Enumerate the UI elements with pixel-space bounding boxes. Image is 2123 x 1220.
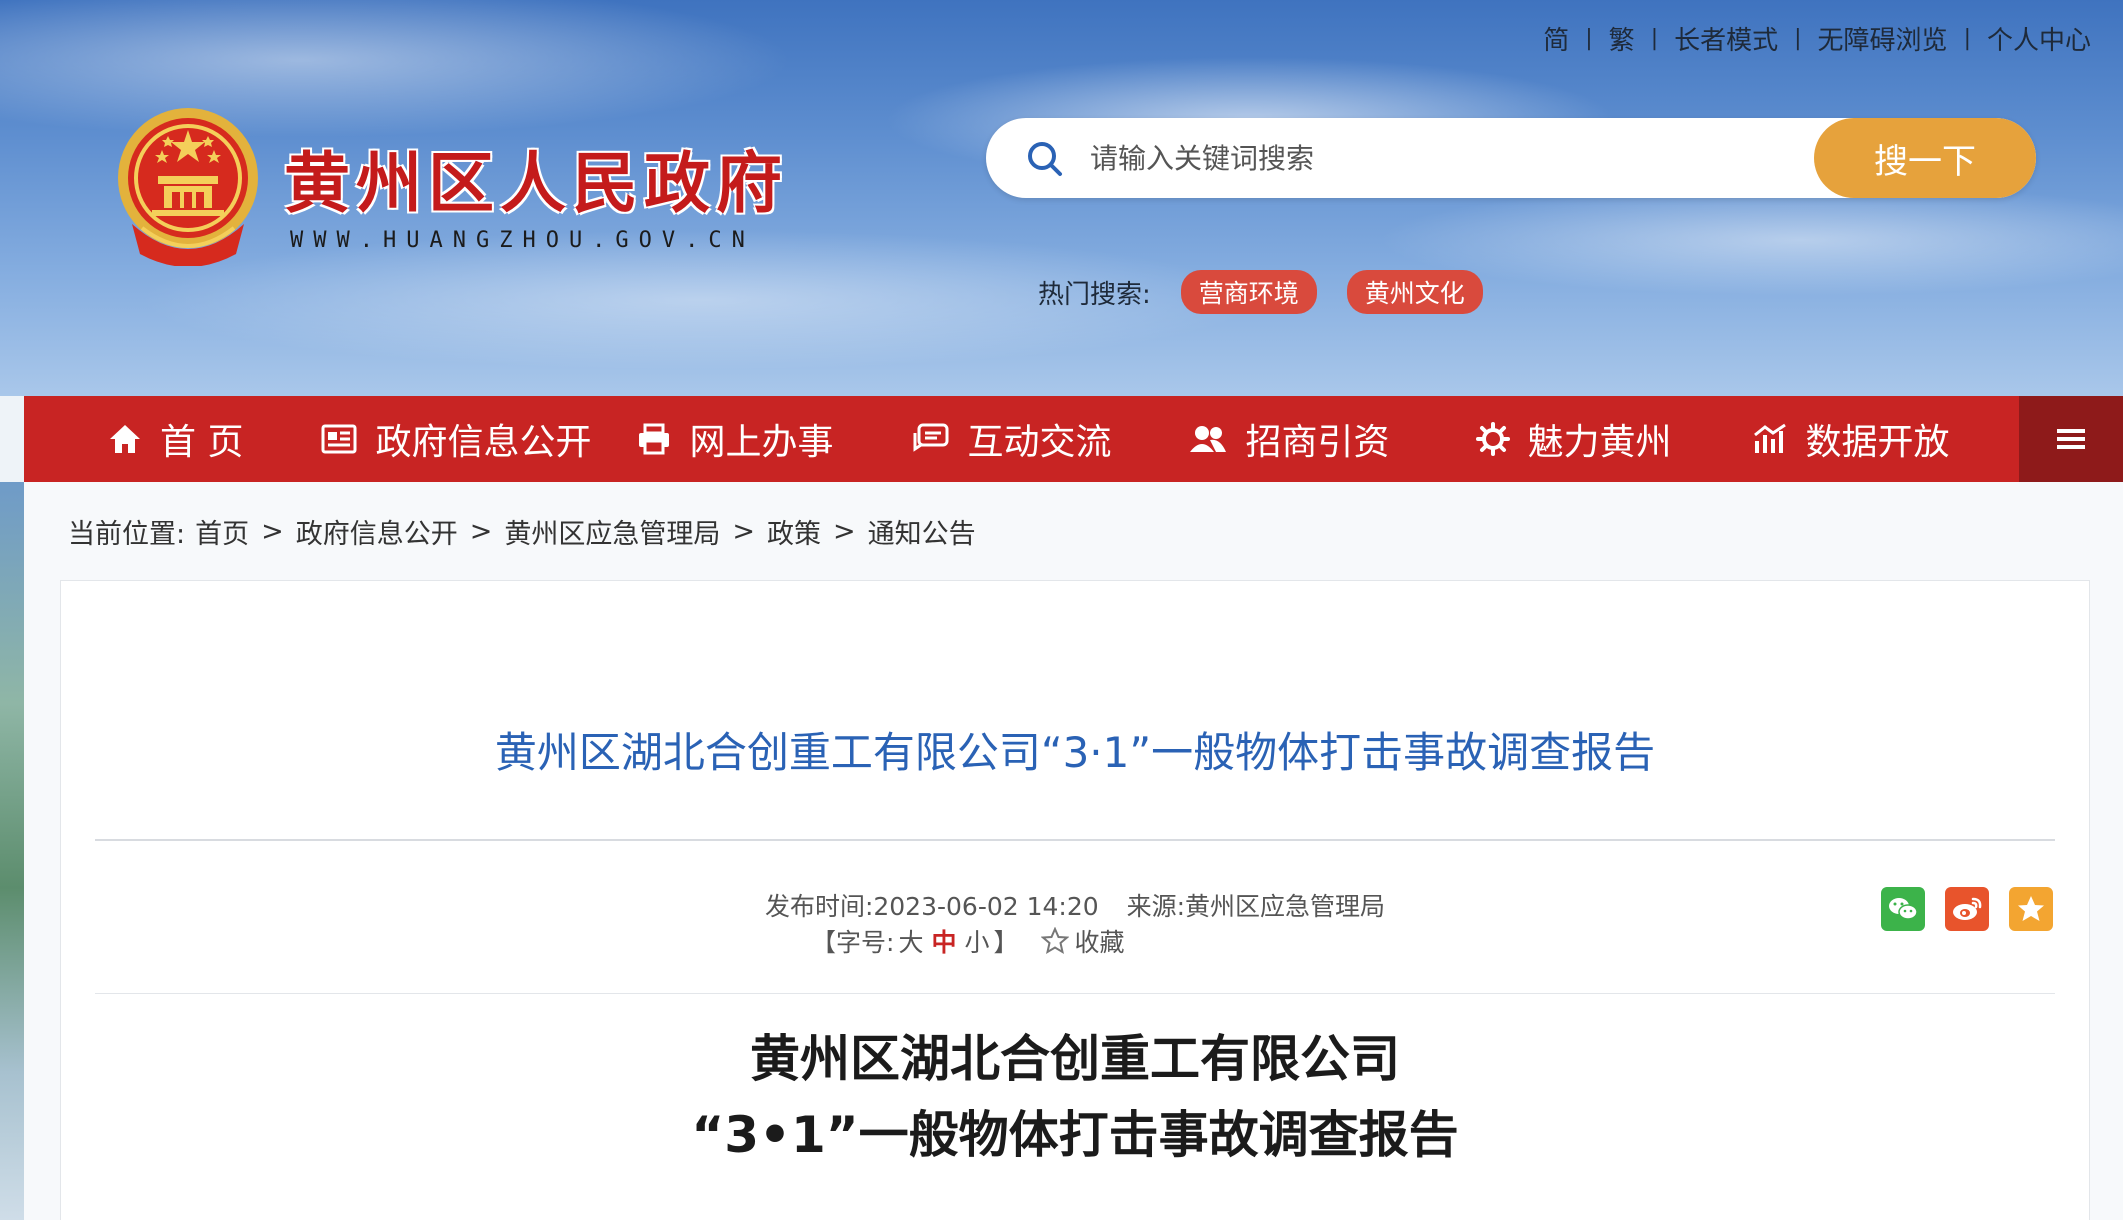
separator: | [1794,26,1802,51]
font-size-large-button[interactable]: 大 [898,923,923,959]
breadcrumb-item[interactable]: 通知公告 [868,512,976,551]
wechat-icon [1889,898,1918,920]
chart-icon [1753,423,1786,453]
scenery-strip [0,482,24,1220]
top-link-traditional[interactable]: 繁 [1593,20,1651,57]
hot-search: 热门搜索: 营商环境 黄州文化 [1038,270,1483,314]
chat-icon [913,423,949,452]
document-title-line: “3•1”一般物体打击事故调查报告 [691,1106,1459,1164]
nav-item-interaction[interactable]: 互动交流 [913,396,1112,482]
document-icon [321,424,357,454]
breadcrumb-item[interactable]: 政策 [767,512,821,551]
breadcrumb-separator: > [469,516,493,547]
top-links: 简 | 繁 | 长者模式 | 无障碍浏览 | 个人中心 [1527,20,2107,57]
nav-item-online-service[interactable]: 网上办事 [637,396,833,482]
site-url: WWW.HUANGZHOU.GOV.CN [290,228,755,253]
nav-menu-button[interactable] [2019,396,2123,482]
nav-item-home[interactable]: 首 页 [108,396,243,482]
nav-item-charm-huangzhou[interactable]: 魅力黄州 [1475,396,1672,482]
source-info: 来源:黄州区应急管理局 [1127,892,1385,921]
separator: | [1585,26,1593,51]
favorite-label: 收藏 [1074,928,1125,957]
nav-item-label: 首 页 [160,422,244,463]
national-emblem-icon[interactable] [112,104,264,266]
font-size-controls: 【字号: 大 中 小 】 收藏 [811,923,1125,959]
search-bar: 搜一下 [986,118,2036,198]
breadcrumb-item[interactable]: 黄州区应急管理局 [504,512,720,551]
nav-item-label: 政府信息公开 [375,422,592,463]
publish-label: 发布时间: [764,892,874,921]
document-title: 黄州区湖北合创重工有限公司 “3•1”一般物体打击事故调查报告 [61,1021,2089,1173]
hamburger-icon [2057,425,2085,453]
publish-time: 2023-06-02 14:20 [873,892,1099,921]
printer-icon [639,423,670,455]
divider [95,839,2055,841]
gear-icon [1475,422,1510,456]
favorite-button[interactable]: 收藏 [1040,923,1125,959]
top-link-elder-mode[interactable]: 长者模式 [1658,20,1794,57]
top-link-simplified[interactable]: 简 [1527,20,1585,57]
separator: | [1963,26,1971,51]
top-link-accessibility[interactable]: 无障碍浏览 [1802,20,1964,57]
font-size-small-button[interactable]: 小 [964,923,989,959]
hot-search-tag[interactable]: 营商环境 [1180,270,1317,314]
search-button[interactable]: 搜一下 [1814,118,2036,198]
nav-item-label: 互动交流 [967,422,1112,463]
breadcrumb-separator: > [732,516,755,547]
breadcrumb-separator: > [261,516,284,547]
site-title[interactable]: 黄州区人民政府 [284,130,788,226]
article-panel: 黄州区湖北合创重工有限公司“3·1”一般物体打击事故调查报告 发布时间:2023… [60,580,2090,1220]
nav-item-investment[interactable]: 招商引资 [1188,396,1390,482]
breadcrumb-label: 当前位置: [68,519,186,550]
weibo-share-button[interactable] [1945,887,1989,931]
home-icon [110,425,140,453]
breadcrumb-item[interactable]: 首页 [195,512,249,551]
font-size-bracket: 】 [993,928,1019,957]
breadcrumb-item[interactable]: 政府信息公开 [296,512,458,551]
main-nav: 首 页 政府信息公开 网上办事 互动交流 招商引资 魅力黄州 数据开放 [24,396,2123,482]
star-outline-icon [1040,927,1069,955]
hot-search-label: 热门搜索: [1038,279,1151,310]
separator: | [1650,26,1659,51]
users-icon [1189,426,1226,452]
document-title-line: 黄州区湖北合创重工有限公司 [750,1030,1400,1088]
nav-item-label: 魅力黄州 [1527,422,1672,463]
source-value: 黄州区应急管理局 [1185,892,1386,921]
breadcrumb: 当前位置: 首页 > 政府信息公开 > 黄州区应急管理局 > 政策 > 通知公告 [68,512,976,551]
search-input[interactable] [1090,132,1770,184]
weibo-icon [1953,897,1982,920]
divider [95,993,2055,994]
site-header: 简 | 繁 | 长者模式 | 无障碍浏览 | 个人中心 黄州区人民政府 WWW.… [0,0,2123,396]
nav-item-gov-info[interactable]: 政府信息公开 [321,396,591,482]
article-title: 黄州区湖北合创重工有限公司“3·1”一般物体打击事故调查报告 [494,728,1656,777]
font-size-label: 【字号: [811,928,895,957]
font-size-medium-button[interactable]: 中 [931,923,956,959]
top-link-personal-center[interactable]: 个人中心 [1971,20,2107,57]
nav-item-open-data[interactable]: 数据开放 [1752,396,1950,482]
hot-search-tag[interactable]: 黄州文化 [1346,270,1483,314]
publish-info: 发布时间:2023-06-02 14:20 [765,892,1099,921]
source-label: 来源: [1126,892,1186,921]
favorite-star-icon [2018,896,2044,921]
wechat-share-button[interactable] [1881,887,1925,931]
nav-item-label: 网上办事 [689,422,834,463]
search-icon [1028,142,1062,176]
share-buttons [1861,887,2053,931]
nav-item-label: 招商引资 [1245,422,1390,463]
breadcrumb-separator: > [832,516,856,547]
main-content: 当前位置: 首页 > 政府信息公开 > 黄州区应急管理局 > 政策 > 通知公告… [24,482,2123,1220]
nav-item-label: 数据开放 [1805,422,1950,463]
favorite-share-button[interactable] [2009,887,2053,931]
article-meta: 发布时间:2023-06-02 14:20 来源:黄州区应急管理局 [61,887,2089,923]
